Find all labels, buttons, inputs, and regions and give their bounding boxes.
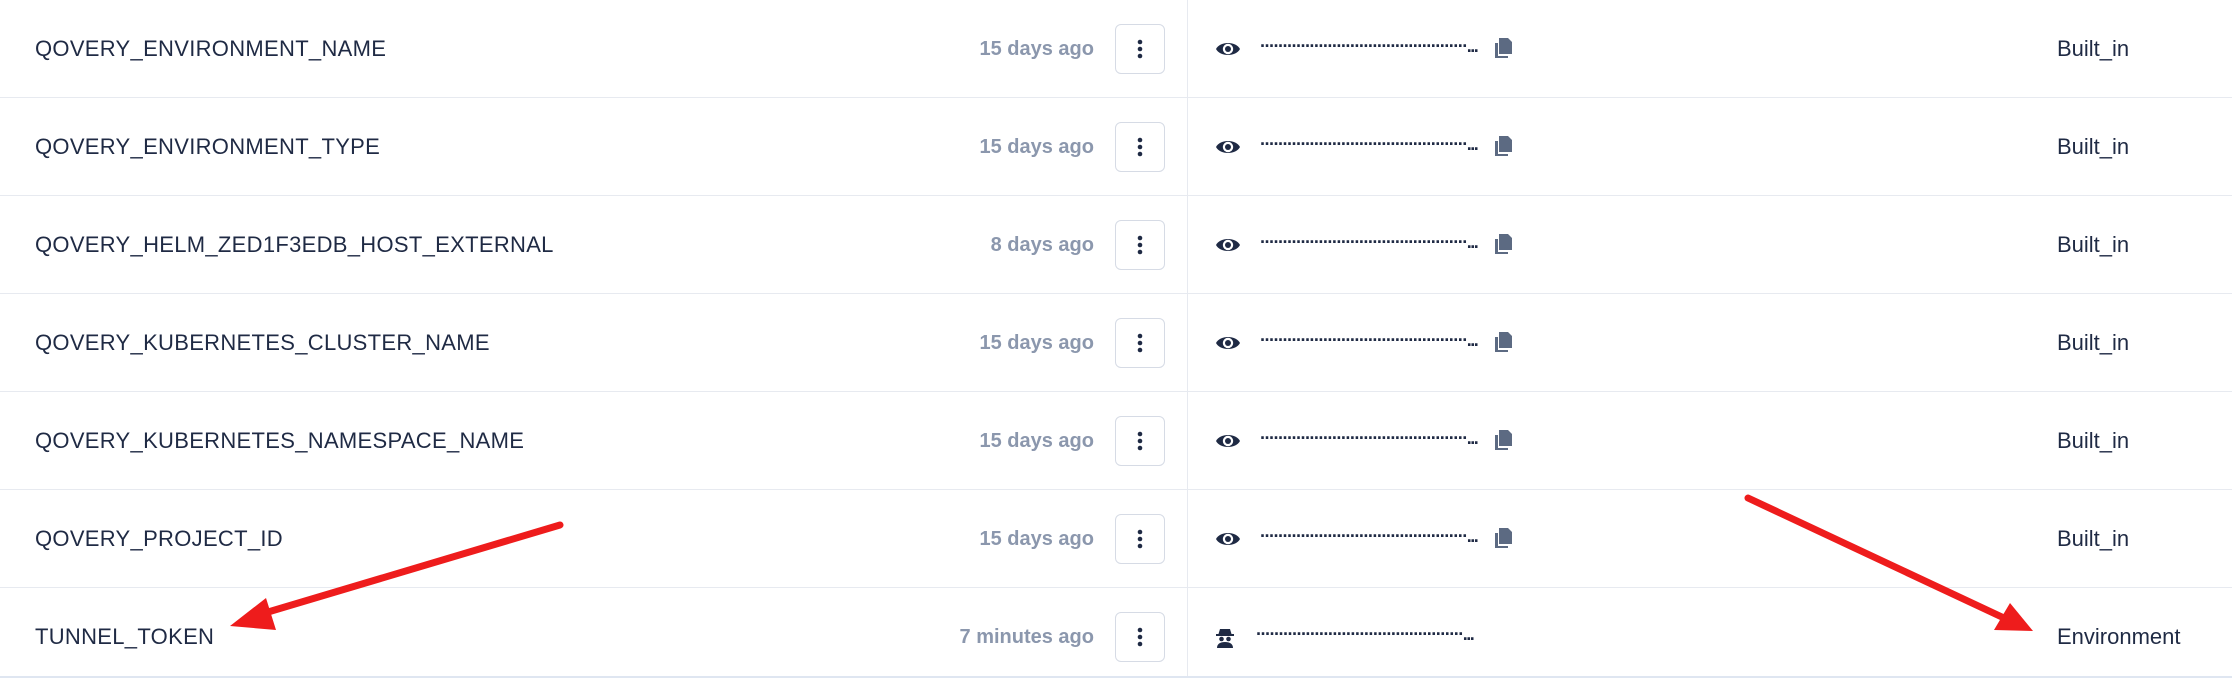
copy-icon[interactable] (1492, 232, 1514, 256)
table-row: QOVERY_HELM_ZED1F3EDB_HOST_EXTERNAL 8 da… (0, 196, 2232, 294)
copy-icon[interactable] (1492, 330, 1514, 354)
row-actions-button[interactable] (1115, 24, 1165, 74)
copy-icon[interactable] (1492, 526, 1514, 550)
table-row: QOVERY_PROJECT_ID 15 days ago ··········… (0, 490, 2232, 588)
variable-scope: Built_in (2057, 330, 2130, 355)
eye-icon[interactable] (1214, 330, 1242, 356)
eye-icon[interactable] (1214, 428, 1242, 454)
table-row: QOVERY_ENVIRONMENT_NAME 15 days ago ····… (0, 0, 2232, 98)
variable-name: QOVERY_ENVIRONMENT_NAME (35, 36, 387, 61)
row-actions-button[interactable] (1115, 220, 1165, 270)
updated-time: 15 days ago (979, 528, 1094, 550)
masked-value: ········································… (1260, 134, 1479, 154)
more-vertical-icon (1137, 333, 1143, 353)
variable-scope: Built_in (2057, 232, 2130, 257)
variable-scope: Built_in (2057, 526, 2130, 551)
masked-value: ········································… (1260, 330, 1479, 350)
variable-name: QOVERY_ENVIRONMENT_TYPE (35, 134, 381, 159)
row-actions-button[interactable] (1115, 514, 1165, 564)
eye-icon[interactable] (1214, 232, 1242, 258)
table-row: TUNNEL_TOKEN 7 minutes ago ·············… (0, 588, 2232, 678)
table-row: QOVERY_KUBERNETES_NAMESPACE_NAME 15 days… (0, 392, 2232, 490)
more-vertical-icon (1137, 431, 1143, 451)
updated-time: 15 days ago (979, 136, 1094, 158)
more-vertical-icon (1137, 529, 1143, 549)
masked-value: ········································… (1260, 428, 1479, 448)
eye-icon[interactable] (1214, 36, 1242, 62)
row-actions-button[interactable] (1115, 318, 1165, 368)
variable-name: TUNNEL_TOKEN (35, 624, 215, 649)
table-row: QOVERY_ENVIRONMENT_TYPE 15 days ago ····… (0, 98, 2232, 196)
variable-scope: Environment (2057, 624, 2181, 649)
row-actions-button[interactable] (1115, 122, 1165, 172)
masked-value: ········································… (1256, 624, 1475, 644)
eye-icon[interactable] (1214, 134, 1242, 160)
more-vertical-icon (1137, 627, 1143, 647)
copy-icon[interactable] (1492, 428, 1514, 452)
variable-name: QOVERY_KUBERNETES_CLUSTER_NAME (35, 330, 490, 355)
updated-time: 15 days ago (979, 38, 1094, 60)
masked-value: ········································… (1260, 232, 1479, 252)
row-actions-button[interactable] (1115, 612, 1165, 662)
updated-time: 15 days ago (979, 332, 1094, 354)
copy-icon[interactable] (1492, 36, 1514, 60)
copy-icon[interactable] (1492, 134, 1514, 158)
more-vertical-icon (1137, 39, 1143, 59)
eye-icon[interactable] (1214, 526, 1242, 552)
masked-value: ········································… (1260, 36, 1479, 56)
more-vertical-icon (1137, 137, 1143, 157)
updated-time: 15 days ago (979, 430, 1094, 452)
variable-name: QOVERY_PROJECT_ID (35, 526, 283, 551)
updated-time: 7 minutes ago (959, 626, 1094, 648)
row-actions-button[interactable] (1115, 416, 1165, 466)
updated-time: 8 days ago (990, 234, 1094, 256)
table-row: QOVERY_KUBERNETES_CLUSTER_NAME 15 days a… (0, 294, 2232, 392)
more-vertical-icon (1137, 235, 1143, 255)
variable-scope: Built_in (2057, 428, 2130, 453)
variable-scope: Built_in (2057, 36, 2130, 61)
variable-name: QOVERY_KUBERNETES_NAMESPACE_NAME (35, 428, 525, 453)
environment-variables-table: QOVERY_ENVIRONMENT_NAME 15 days ago ····… (0, 0, 2232, 678)
secret-agent-icon (1216, 629, 1234, 648)
masked-value: ········································… (1260, 526, 1479, 546)
variable-name: QOVERY_HELM_ZED1F3EDB_HOST_EXTERNAL (35, 232, 554, 257)
variable-scope: Built_in (2057, 134, 2130, 159)
